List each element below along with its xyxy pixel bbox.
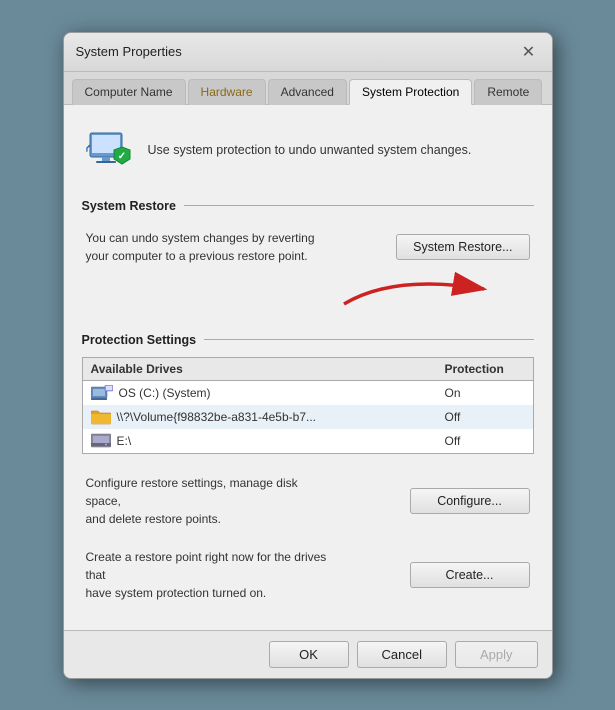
section-divider-2	[204, 339, 533, 340]
system-protection-icon: ✓	[86, 127, 134, 175]
ok-button[interactable]: OK	[269, 641, 349, 668]
drive-name-cell: OS (C:) (System)	[91, 385, 445, 401]
drives-table-header: Available Drives Protection	[83, 358, 533, 381]
tab-content: ✓ Use system protection to undo unwanted…	[64, 105, 552, 630]
protection-cell: On	[445, 386, 525, 400]
system-properties-dialog: System Properties ✕ Computer Name Hardwa…	[63, 32, 553, 679]
create-description: Create a restore point right now for the…	[86, 548, 336, 602]
protection-settings-header: Protection Settings	[82, 333, 534, 347]
dialog-footer: OK Cancel Apply	[64, 630, 552, 678]
drives-table: Available Drives Protection	[82, 357, 534, 454]
info-banner-text: Use system protection to undo unwanted s…	[148, 142, 472, 160]
tab-advanced[interactable]: Advanced	[268, 79, 347, 105]
configure-row: Configure restore settings, manage disk …	[82, 468, 534, 534]
folder-icon	[91, 409, 111, 425]
configure-button[interactable]: Configure...	[410, 488, 530, 514]
drives-col-header: Available Drives	[91, 362, 445, 376]
arrow-icon	[334, 269, 514, 314]
tab-system-protection[interactable]: System Protection	[349, 79, 472, 105]
table-row[interactable]: OS (C:) (System) On	[83, 381, 533, 405]
close-button[interactable]: ✕	[518, 41, 540, 63]
arrow-area	[82, 279, 534, 319]
hdd-basic-icon	[91, 433, 111, 449]
system-restore-title: System Restore	[82, 199, 177, 213]
section-divider	[184, 205, 534, 206]
drive-name-cell: E:\	[91, 433, 445, 449]
protection-cell: Off	[445, 434, 525, 448]
tab-remote[interactable]: Remote	[474, 79, 542, 105]
restore-row: You can undo system changes by reverting…	[82, 223, 534, 271]
dialog-title: System Properties	[76, 44, 182, 59]
restore-description: You can undo system changes by reverting…	[86, 229, 315, 265]
create-row: Create a restore point right now for the…	[82, 542, 534, 608]
system-restore-button[interactable]: System Restore...	[396, 234, 529, 260]
table-row[interactable]: \\?\Volume{f98832be-a831-4e5b-b7... Off	[83, 405, 533, 429]
protection-settings-title: Protection Settings	[82, 333, 197, 347]
system-restore-section: System Restore You can undo system chang…	[82, 199, 534, 319]
tab-computer-name[interactable]: Computer Name	[72, 79, 186, 105]
configure-description: Configure restore settings, manage disk …	[86, 474, 336, 528]
cancel-button[interactable]: Cancel	[357, 641, 447, 668]
create-button[interactable]: Create...	[410, 562, 530, 588]
tab-hardware[interactable]: Hardware	[188, 79, 266, 105]
info-banner: ✓ Use system protection to undo unwanted…	[82, 119, 534, 183]
protection-col-header: Protection	[445, 362, 525, 376]
svg-text:✓: ✓	[117, 151, 125, 162]
protection-cell: Off	[445, 410, 525, 424]
hdd-system-icon	[91, 385, 113, 401]
table-row[interactable]: E:\ Off	[83, 429, 533, 453]
drive-name-cell: \\?\Volume{f98832be-a831-4e5b-b7...	[91, 409, 445, 425]
tabs-container: Computer Name Hardware Advanced System P…	[64, 72, 552, 105]
system-restore-header: System Restore	[82, 199, 534, 213]
protection-settings-section: Protection Settings Available Drives Pro…	[82, 333, 534, 454]
title-bar: System Properties ✕	[64, 33, 552, 72]
apply-button[interactable]: Apply	[455, 641, 538, 668]
